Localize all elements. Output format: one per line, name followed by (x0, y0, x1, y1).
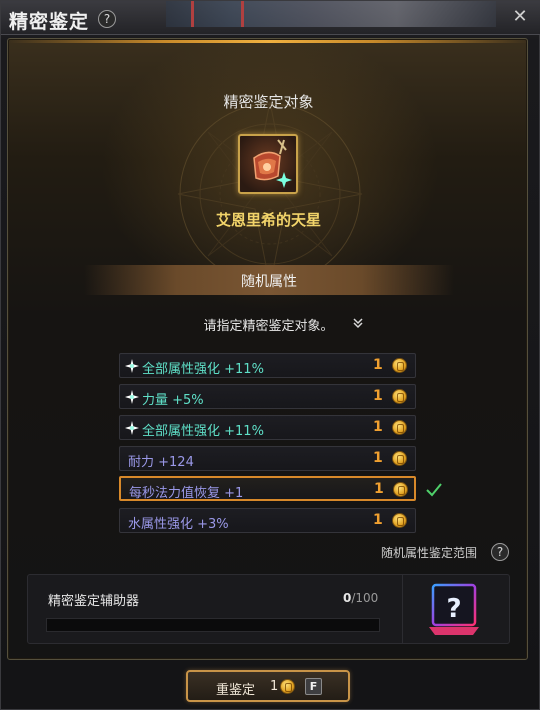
attribute-cost: 1 (373, 388, 383, 404)
instruction-line: 请指定精密鉴定对象。 (8, 315, 529, 334)
attribute-label: 全部属性强化 +11% (142, 424, 264, 439)
attribute-cost: 1 (373, 357, 383, 373)
check-icon (426, 483, 442, 497)
star-icon (125, 390, 139, 404)
attribute-label: 全部属性强化 +11% (142, 362, 264, 377)
coin-icon (392, 451, 407, 466)
precision-appraisal-window: 精密鉴定 ? ✕ 精密鉴定对象 艾恩里希的天星 随机属性 请指定精密鉴定对象。 … (0, 0, 540, 710)
random-attributes-banner: 随机属性 (84, 265, 454, 295)
attribute-cost: 1 (373, 450, 383, 466)
coin-icon (392, 420, 407, 435)
background-scenery (166, 1, 496, 27)
coin-icon (392, 358, 407, 373)
appraisal-assistant-box: 精密鉴定辅助器 0/100 ? (27, 574, 510, 644)
divider (402, 575, 403, 643)
attribute-label: 每秒法力值恢复 +1 (129, 486, 244, 501)
assistant-progress-bar (46, 618, 380, 632)
reappraise-cost: 1 (270, 679, 279, 694)
target-item-slot[interactable] (238, 134, 298, 194)
star-icon (125, 359, 139, 373)
scenery-post (241, 1, 244, 27)
svg-text:?: ? (446, 594, 461, 624)
necklace-icon (253, 139, 292, 188)
attribute-label: 水属性强化 +3% (128, 517, 229, 532)
coin-icon (280, 679, 295, 694)
assistant-count: 0/100 (343, 591, 378, 605)
reappraise-label: 重鉴定 (216, 683, 256, 698)
attribute-row[interactable]: 全部属性强化 +11% 1 (119, 415, 416, 440)
title-bar[interactable]: 精密鉴定 ? ✕ (1, 1, 540, 35)
scenery-post (191, 1, 194, 27)
double-chevron-down-icon[interactable] (351, 316, 365, 330)
range-help-icon[interactable]: ? (491, 543, 509, 561)
reappraise-button[interactable]: 重鉴定 1 F (186, 670, 350, 702)
star-icon (125, 421, 139, 435)
coin-icon (393, 482, 408, 497)
attribute-row[interactable]: 水属性强化 +3% 1 (119, 508, 416, 533)
mystery-box-icon[interactable]: ? (423, 581, 485, 639)
hotkey-badge: F (305, 678, 322, 695)
attribute-row-selected[interactable]: 每秒法力值恢复 +1 1 (119, 476, 416, 501)
attribute-label: 力量 +5% (142, 393, 204, 408)
help-icon[interactable]: ? (98, 10, 116, 28)
appraisal-panel: 精密鉴定对象 艾恩里希的天星 随机属性 请指定精密鉴定对象。 全部属性强化 +1… (7, 38, 528, 660)
attribute-row[interactable]: 耐力 +124 1 (119, 446, 416, 471)
random-attributes-heading: 随机属性 (241, 274, 297, 290)
coin-icon (392, 513, 407, 528)
random-attribute-range-link[interactable]: 随机属性鉴定范围 (381, 544, 477, 561)
attribute-cost: 1 (374, 481, 384, 497)
attribute-row[interactable]: 全部属性强化 +11% 1 (119, 353, 416, 378)
close-button[interactable]: ✕ (507, 5, 533, 29)
assistant-max: /100 (351, 591, 379, 605)
attribute-label: 耐力 +124 (128, 455, 194, 470)
window-title: 精密鉴定 (9, 11, 90, 33)
assistant-label: 精密鉴定辅助器 (48, 594, 140, 609)
panel-top-glow (9, 40, 528, 43)
attribute-cost: 1 (373, 419, 383, 435)
attribute-row[interactable]: 力量 +5% 1 (119, 384, 416, 409)
attribute-cost: 1 (373, 512, 383, 528)
coin-icon (392, 389, 407, 404)
instruction-text: 请指定精密鉴定对象。 (203, 319, 334, 334)
target-item-name: 艾恩里希的天星 (215, 211, 321, 229)
